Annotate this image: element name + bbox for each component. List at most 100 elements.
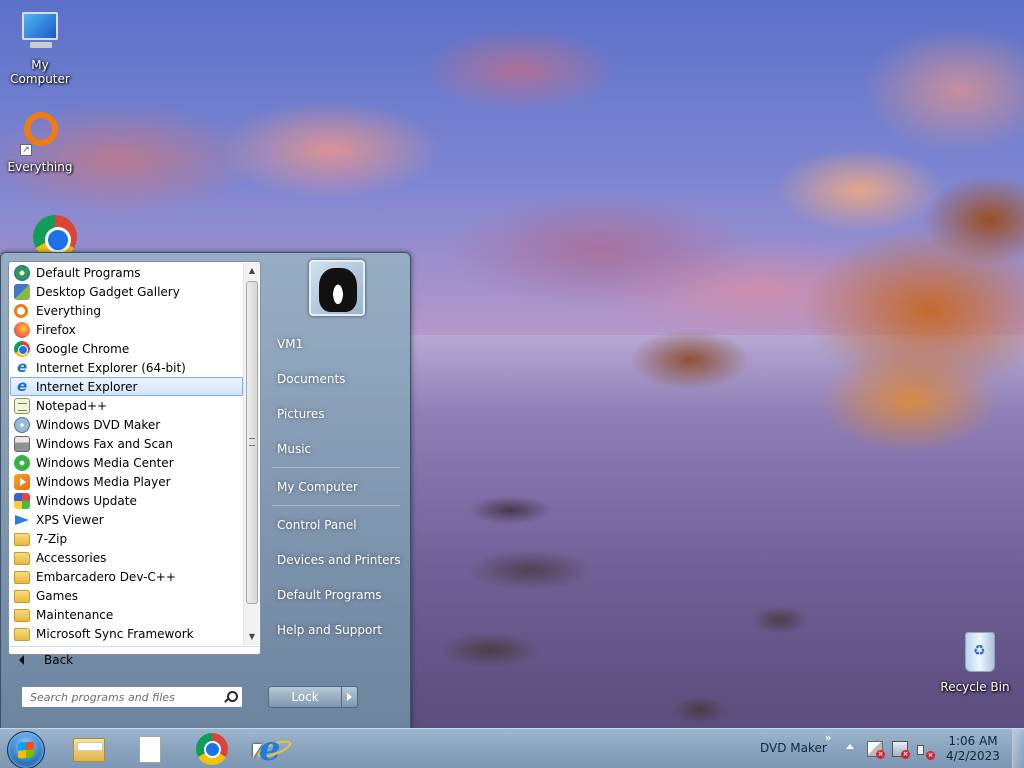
scroll-thumb[interactable]: [246, 281, 258, 604]
program-item-default-programs[interactable]: Default Programs: [10, 263, 243, 282]
system-clock[interactable]: 1:06 AM 4/2/2023: [940, 734, 1006, 764]
program-folder-accessories[interactable]: Accessories: [10, 548, 243, 567]
back-label: Back: [44, 652, 74, 667]
search-icon[interactable]: [223, 690, 238, 704]
program-label: Windows Fax and Scan: [36, 436, 174, 451]
desktop-icon-my-computer[interactable]: My Computer: [0, 8, 80, 86]
fax-scan-icon: [14, 435, 30, 452]
start-button-windows-logo-icon[interactable]: [7, 731, 45, 768]
program-item-firefox[interactable]: Firefox: [10, 320, 243, 339]
network-icon[interactable]: ×: [892, 741, 910, 759]
mouse-pointer-icon: [253, 744, 262, 758]
programs-scrollbar[interactable]: ▲ ▼: [243, 263, 259, 645]
folder-icon: [14, 609, 30, 622]
program-item-windows-update[interactable]: Windows Update: [10, 491, 243, 510]
program-label: Windows Media Center: [36, 455, 174, 470]
program-item-windows-dvd-maker[interactable]: Windows DVD Maker: [10, 415, 243, 434]
folder-icon: [14, 628, 30, 641]
right-item-user-folder[interactable]: VM1: [269, 329, 405, 359]
menu-separator: [272, 505, 400, 506]
ie-icon: e: [259, 729, 281, 768]
toolbar-chevron-icon[interactable]: »: [825, 733, 831, 744]
chrome-icon: [14, 340, 30, 357]
taskbar-chrome-button[interactable]: [194, 733, 230, 765]
start-menu: Default Programs Desktop Gadget Gallery …: [0, 252, 411, 729]
program-label: Microsoft Sync Framework: [36, 626, 194, 641]
user-avatar[interactable]: [309, 260, 365, 316]
search-programs-input[interactable]: Search programs and files: [21, 686, 243, 708]
program-folder-games[interactable]: Games: [10, 586, 243, 605]
program-label: Embarcadero Dev-C++: [36, 569, 176, 584]
program-label: Internet Explorer (64-bit): [36, 360, 186, 375]
folder-icon: [14, 571, 30, 584]
taskbar: e DVD Maker » × × × 1:06 AM 4/2/2023: [0, 728, 1024, 768]
program-label: 7-Zip: [36, 531, 68, 546]
gadget-gallery-icon: [14, 283, 30, 300]
program-folder-7-zip[interactable]: 7-Zip: [10, 529, 243, 548]
right-item-control-panel[interactable]: Control Panel: [269, 510, 405, 540]
right-item-default-programs[interactable]: Default Programs: [269, 580, 405, 610]
scroll-up-arrow-icon[interactable]: ▲: [244, 263, 260, 279]
back-button[interactable]: Back: [9, 646, 260, 672]
ie-icon: [14, 378, 30, 395]
taskbar-document-button[interactable]: [132, 733, 168, 765]
show-desktop-button[interactable]: [1012, 729, 1024, 768]
tray-toolbar-label[interactable]: DVD Maker: [760, 741, 827, 755]
volume-muted-icon[interactable]: ×: [916, 741, 935, 760]
right-item-pictures[interactable]: Pictures: [269, 399, 405, 429]
program-item-google-chrome[interactable]: Google Chrome: [10, 339, 243, 358]
scroll-down-arrow-icon[interactable]: ▼: [244, 629, 260, 645]
program-item-internet-explorer-64[interactable]: Internet Explorer (64-bit): [10, 358, 243, 377]
program-label: Windows DVD Maker: [36, 417, 161, 432]
wallpaper-rocks: [410, 450, 1024, 728]
program-label: Everything: [36, 303, 101, 318]
notepad-plus-icon: [14, 397, 30, 414]
ie-icon: [14, 359, 30, 376]
all-programs-list: Default Programs Desktop Gadget Gallery …: [9, 263, 244, 645]
desktop-icon-everything[interactable]: ↗ Everything: [0, 110, 80, 174]
wallpaper-cliff: [630, 160, 1024, 460]
action-center-flag-icon[interactable]: ×: [867, 741, 885, 759]
clock-date: 4/2/2023: [946, 749, 1000, 763]
program-item-windows-fax-and-scan[interactable]: Windows Fax and Scan: [10, 434, 243, 453]
program-item-windows-media-player[interactable]: Windows Media Player: [10, 472, 243, 491]
folder-icon: [14, 590, 30, 603]
explorer-icon: [73, 738, 105, 762]
program-item-xps-viewer[interactable]: XPS Viewer: [10, 510, 243, 529]
right-item-my-computer[interactable]: My Computer: [269, 472, 405, 502]
everything-icon: [14, 303, 28, 318]
shutdown-options-arrow-icon[interactable]: [341, 686, 358, 708]
chrome-icon: [196, 733, 228, 765]
program-item-internet-explorer[interactable]: Internet Explorer: [10, 377, 243, 396]
desktop-icon-recycle-bin[interactable]: Recycle Bin: [935, 630, 1015, 694]
program-item-everything[interactable]: Everything: [10, 301, 243, 320]
program-item-desktop-gadget-gallery[interactable]: Desktop Gadget Gallery: [10, 282, 243, 301]
program-label: Desktop Gadget Gallery: [36, 284, 180, 299]
program-label: Windows Media Player: [36, 474, 171, 489]
right-item-documents[interactable]: Documents: [269, 364, 405, 394]
start-menu-right-pane: VM1 Documents Pictures Music My Computer…: [264, 253, 410, 728]
right-item-help-and-support[interactable]: Help and Support: [269, 615, 405, 645]
right-item-devices-and-printers[interactable]: Devices and Printers: [269, 545, 405, 575]
program-folder-maintenance[interactable]: Maintenance: [10, 605, 243, 624]
dog-picture-icon: [319, 268, 357, 312]
desktop-icon-label: Everything: [7, 160, 73, 174]
program-label: XPS Viewer: [36, 512, 104, 527]
program-folder-microsoft-sync-framework[interactable]: Microsoft Sync Framework: [10, 624, 243, 643]
computer-icon: [16, 8, 64, 56]
program-folder-embarcadero-dev-cpp[interactable]: Embarcadero Dev-C++: [10, 567, 243, 586]
folder-icon: [14, 533, 30, 546]
program-item-notepad-plus-plus[interactable]: Notepad++: [10, 396, 243, 415]
menu-separator: [272, 467, 400, 468]
lock-button[interactable]: Lock: [268, 686, 342, 708]
program-label: Internet Explorer: [36, 379, 138, 394]
taskbar-explorer-button[interactable]: [71, 733, 107, 765]
show-hidden-icons-arrow-icon[interactable]: [846, 744, 854, 749]
program-label: Accessories: [36, 550, 107, 565]
everything-icon: ↗: [16, 110, 64, 158]
search-placeholder: Search programs and files: [30, 691, 175, 704]
windows-update-icon: [14, 492, 30, 509]
blank-document-icon: [139, 736, 161, 763]
right-item-music[interactable]: Music: [269, 434, 405, 464]
program-item-windows-media-center[interactable]: Windows Media Center: [10, 453, 243, 472]
